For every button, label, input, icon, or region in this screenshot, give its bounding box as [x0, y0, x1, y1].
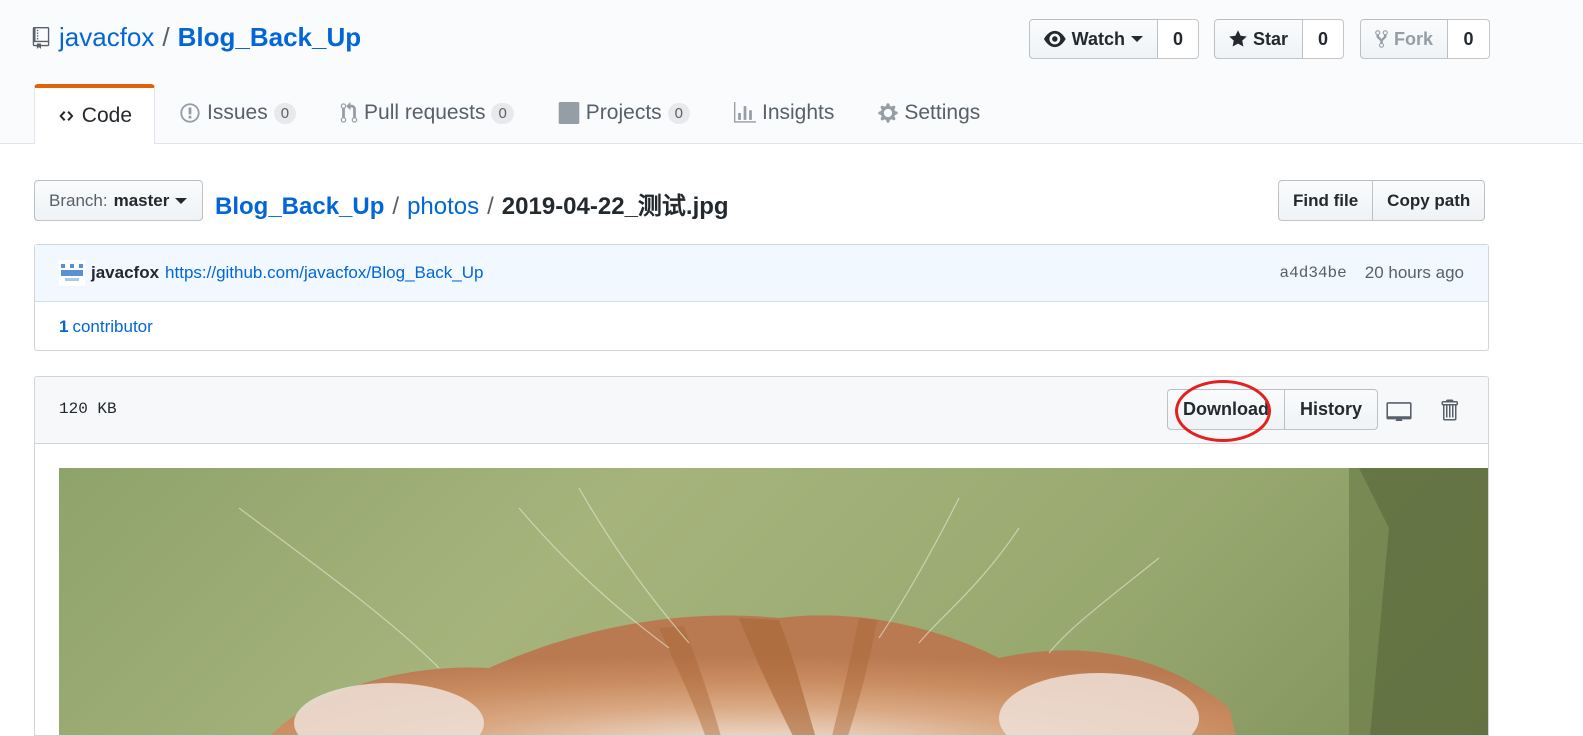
tab-projects[interactable]: Projects 0 — [536, 84, 712, 142]
star-button[interactable]: Star — [1214, 19, 1303, 59]
breadcrumb-folder-link[interactable]: photos — [407, 193, 479, 220]
tab-insights[interactable]: Insights — [712, 84, 856, 142]
file-actions: Download History — [1167, 389, 1379, 430]
contributor-link[interactable]: contributor — [72, 317, 152, 337]
fork-label: Fork — [1393, 28, 1433, 49]
star-label: Star — [1252, 28, 1288, 49]
file-nav: Find file Copy path — [1278, 180, 1486, 221]
repo-nav: Code Issues 0 Pull requests 0 Projects 0… — [34, 84, 1002, 144]
watch-group: Watch 0 — [1029, 19, 1199, 59]
breadcrumb-file-name: 2019-04-22_测试.jpg — [501, 193, 729, 220]
file-header: 120 KB Download History — [35, 377, 1488, 444]
download-button[interactable]: Download — [1167, 389, 1285, 430]
branch-name: master — [113, 190, 170, 210]
chevron-down-icon — [1131, 36, 1143, 42]
repo-separator: / — [162, 22, 170, 52]
tab-pull-requests-label: Pull requests — [364, 101, 486, 124]
code-icon — [59, 111, 74, 121]
watch-count[interactable]: 0 — [1158, 19, 1199, 59]
watch-label: Watch — [1071, 28, 1125, 49]
contributors-row: 1 contributor — [35, 302, 1488, 352]
commit-message-link[interactable]: https://github.com/javacfox/Blog_Back_Up — [165, 263, 483, 283]
fork-group: Fork 0 — [1360, 19, 1490, 59]
project-icon — [558, 102, 580, 124]
issue-icon — [180, 103, 200, 123]
commit-meta: a4d34be 20 hours ago — [1280, 245, 1464, 301]
tab-issues-label: Issues — [207, 101, 268, 124]
file-viewer: 120 KB Download History — [34, 376, 1489, 736]
repo-header: javacfox / Blog_Back_Up Watch 0 Star 0 F… — [0, 0, 1583, 144]
repo-title: javacfox / Blog_Back_Up — [32, 22, 361, 53]
star-count[interactable]: 0 — [1303, 19, 1344, 59]
branch-prefix: Branch: — [49, 190, 108, 210]
breadcrumb-repo-link[interactable]: Blog_Back_Up — [215, 193, 384, 220]
copy-path-button[interactable]: Copy path — [1373, 180, 1486, 221]
commit-sha-link[interactable]: a4d34be — [1280, 264, 1347, 282]
tab-code[interactable]: Code — [34, 84, 155, 144]
trash-icon[interactable] — [1435, 397, 1463, 423]
breadcrumb-separator: / — [392, 193, 400, 220]
gear-icon — [878, 103, 898, 123]
file-size: 120 KB — [59, 400, 117, 418]
fork-button[interactable]: Fork — [1360, 19, 1448, 59]
repo-name-link[interactable]: Blog_Back_Up — [178, 22, 362, 53]
desktop-icon[interactable] — [1385, 397, 1413, 423]
graph-icon — [734, 102, 756, 123]
pull-request-icon — [340, 102, 358, 123]
fork-icon — [1375, 30, 1388, 48]
cat-image — [238, 468, 1488, 735]
fork-count[interactable]: 0 — [1448, 19, 1490, 59]
latest-commit: javacfox https://github.com/javacfox/Blo… — [35, 245, 1488, 302]
avatar[interactable] — [59, 260, 85, 286]
breadcrumb-separator: / — [487, 193, 494, 220]
file-image-preview — [59, 468, 1488, 735]
contributor-count[interactable]: 1 — [59, 317, 68, 337]
repo-owner-link[interactable]: javacfox — [59, 22, 154, 53]
tab-issues[interactable]: Issues 0 — [155, 84, 318, 142]
commit-time: 20 hours ago — [1364, 263, 1464, 282]
commit-tease: javacfox https://github.com/javacfox/Blo… — [34, 244, 1489, 351]
history-button[interactable]: History — [1285, 389, 1379, 430]
commit-author-link[interactable]: javacfox — [91, 263, 159, 283]
star-group: Star 0 — [1214, 19, 1344, 59]
find-file-button[interactable]: Find file — [1278, 180, 1374, 221]
tab-settings-label: Settings — [904, 101, 981, 124]
tab-code-label: Code — [81, 104, 132, 127]
tab-insights-label: Insights — [762, 101, 835, 124]
projects-counter: 0 — [667, 102, 690, 124]
branch-select-button[interactable]: Branch: master — [34, 180, 203, 221]
issues-counter: 0 — [273, 102, 297, 124]
repo-icon — [32, 26, 50, 49]
tab-pull-requests[interactable]: Pull requests 0 — [318, 84, 536, 142]
tab-projects-label: Projects — [585, 101, 662, 124]
watch-button[interactable]: Watch — [1029, 19, 1158, 59]
breadcrumb: Blog_Back_Up / photos / 2019-04-22_测试.jpg — [215, 186, 729, 221]
chevron-down-icon — [175, 197, 188, 204]
star-icon — [1229, 30, 1247, 47]
pull-requests-counter: 0 — [491, 102, 514, 124]
eye-icon — [1044, 30, 1066, 48]
tab-settings[interactable]: Settings — [856, 84, 1002, 142]
